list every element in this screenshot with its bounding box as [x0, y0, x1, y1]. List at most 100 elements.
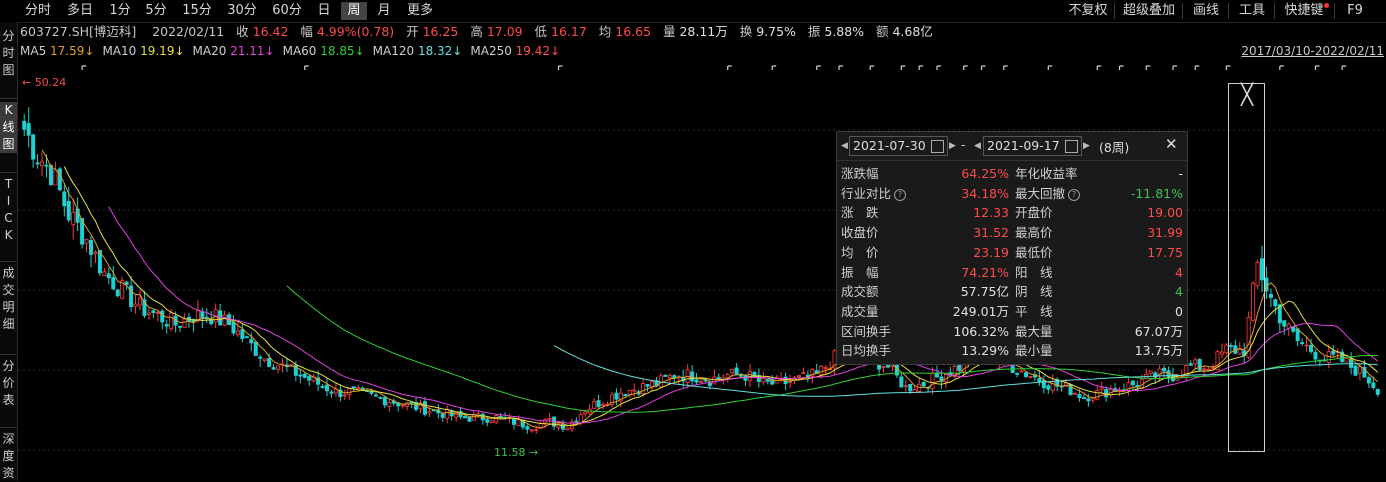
start-next-arrow-icon[interactable]: ▶: [949, 137, 956, 155]
candle-body: [169, 312, 174, 330]
stat-value: 4: [1175, 264, 1183, 280]
candle-body: [583, 411, 588, 415]
candle-body: [378, 397, 383, 399]
quote-date: 2022/02/11: [152, 24, 225, 39]
stat-label: 平 线: [1015, 303, 1053, 319]
candle-body: [796, 375, 801, 377]
candle-body: [699, 381, 704, 383]
period-marker: [900, 65, 906, 70]
no-adjust-button[interactable]: 不复权: [1066, 2, 1110, 20]
end-prev-arrow-icon[interactable]: ◀: [974, 137, 981, 155]
end-next-arrow-icon[interactable]: ▶: [1083, 137, 1090, 155]
candle-body: [31, 134, 36, 160]
close-panel-icon[interactable]: ✕: [1165, 135, 1178, 153]
candle-body: [1313, 351, 1318, 360]
amount-value: 4.68亿: [892, 24, 933, 39]
low-value: 16.17: [551, 24, 587, 39]
candle-body: [1193, 359, 1198, 365]
ma-label: MA5: [20, 44, 51, 58]
start-date-field[interactable]: 2021-07-30: [849, 136, 948, 156]
calendar-icon[interactable]: [1065, 140, 1078, 153]
period-marker: [1003, 65, 1008, 70]
stat-label: 成交额: [841, 284, 879, 300]
period-tab-month[interactable]: 月: [372, 2, 396, 20]
candle-body: [253, 341, 258, 356]
period-marker: [1047, 65, 1053, 70]
sidebar-item-2[interactable]: TICK: [0, 176, 17, 244]
candle-body: [565, 427, 570, 431]
toolbar-divider: [1334, 3, 1335, 19]
period-marker: [304, 65, 309, 70]
candle-body: [1015, 372, 1020, 375]
ma-label: MA250: [470, 44, 516, 58]
stat-label: 行业对比?: [841, 184, 907, 204]
candle-body: [596, 400, 601, 408]
candle-body: [788, 381, 793, 383]
shortcut-keys-button[interactable]: 快捷键: [1282, 2, 1326, 20]
stat-row: 最高价 31.99: [1015, 223, 1183, 243]
moving-average-legend: MA5 17.59↓ MA10 19.19↓ MA20 21.11↓ MA60 18.…: [20, 43, 568, 59]
sidebar-item-4[interactable]: 分价表: [0, 358, 17, 409]
help-icon[interactable]: ?: [894, 188, 907, 201]
candle-body: [84, 238, 89, 244]
stat-value: 67.07万: [1134, 323, 1183, 339]
period-tab-30min[interactable]: 30分: [224, 2, 260, 20]
view-sidebar: 分时图 K线图 TICK 成交明细分价表深度资: [0, 22, 18, 481]
super-overlay-button[interactable]: 超级叠加: [1120, 2, 1178, 20]
stat-value: 57.75亿: [960, 284, 1009, 300]
ma-value: 21.11↓: [230, 44, 275, 58]
period-tab-day[interactable]: 日: [312, 2, 336, 20]
period-marker: [1096, 65, 1102, 70]
period-tab-60min[interactable]: 60分: [269, 2, 305, 20]
f9-button[interactable]: F9: [1344, 2, 1366, 20]
candle-body: [1211, 367, 1216, 369]
candle-body: [658, 375, 663, 388]
sidebar-item-0[interactable]: 分时图: [0, 28, 17, 79]
period-marker: [727, 65, 732, 70]
range-selection-box[interactable]: ╳: [1228, 83, 1265, 452]
period-tab-week[interactable]: 周: [341, 2, 367, 20]
stat-row: 开盘价 19.00: [1015, 203, 1183, 223]
stat-value: 64.25%: [961, 166, 1009, 181]
candle-body: [1197, 359, 1202, 371]
help-icon[interactable]: ?: [1068, 188, 1081, 201]
period-tab-more[interactable]: 更多: [402, 2, 438, 20]
candle-body: [71, 211, 76, 225]
calendar-icon[interactable]: [931, 140, 944, 153]
period-tab-multiday[interactable]: 多日: [64, 2, 96, 20]
candle-body: [1073, 392, 1078, 395]
period-tab-fenshi[interactable]: 分时: [22, 2, 54, 20]
sidebar-item-5[interactable]: 深度资: [0, 431, 17, 482]
tools-button[interactable]: 工具: [1236, 2, 1268, 20]
candle-body: [1331, 350, 1336, 355]
candle-body: [1148, 370, 1153, 374]
period-tab-5min[interactable]: 5分: [142, 2, 170, 20]
sidebar-item-3[interactable]: 成交明细: [0, 265, 17, 333]
draw-line-button[interactable]: 画线: [1190, 2, 1222, 20]
chart-date-range[interactable]: 2017/03/10-2022/02/11: [1241, 43, 1384, 59]
ma-line: [286, 285, 1378, 413]
candle-body: [1202, 368, 1207, 371]
period-marker: [1145, 65, 1151, 70]
candle-body: [35, 162, 40, 165]
start-prev-arrow-icon[interactable]: ◀: [841, 137, 848, 155]
period-marker: [838, 65, 844, 70]
candle-body: [1024, 372, 1029, 377]
candle-body: [405, 402, 410, 407]
candle-body: [351, 386, 356, 389]
sidebar-item-1[interactable]: K线图: [0, 102, 17, 153]
candle-body: [178, 325, 183, 328]
candle-body: [1081, 397, 1086, 399]
candle-body: [40, 161, 45, 167]
candle-body: [921, 382, 926, 387]
candle-body: [694, 379, 699, 383]
period-tab-1min[interactable]: 1分: [106, 2, 134, 20]
close-selection-icon[interactable]: ╳: [1241, 84, 1253, 104]
candle-body: [712, 376, 717, 385]
period-marker: [1341, 65, 1347, 70]
period-tab-15min[interactable]: 15分: [179, 2, 215, 20]
end-date-field[interactable]: 2021-09-17: [983, 136, 1082, 156]
candle-body: [262, 358, 267, 362]
ma-value: 18.32↓: [417, 44, 463, 58]
candle-body: [356, 387, 361, 389]
